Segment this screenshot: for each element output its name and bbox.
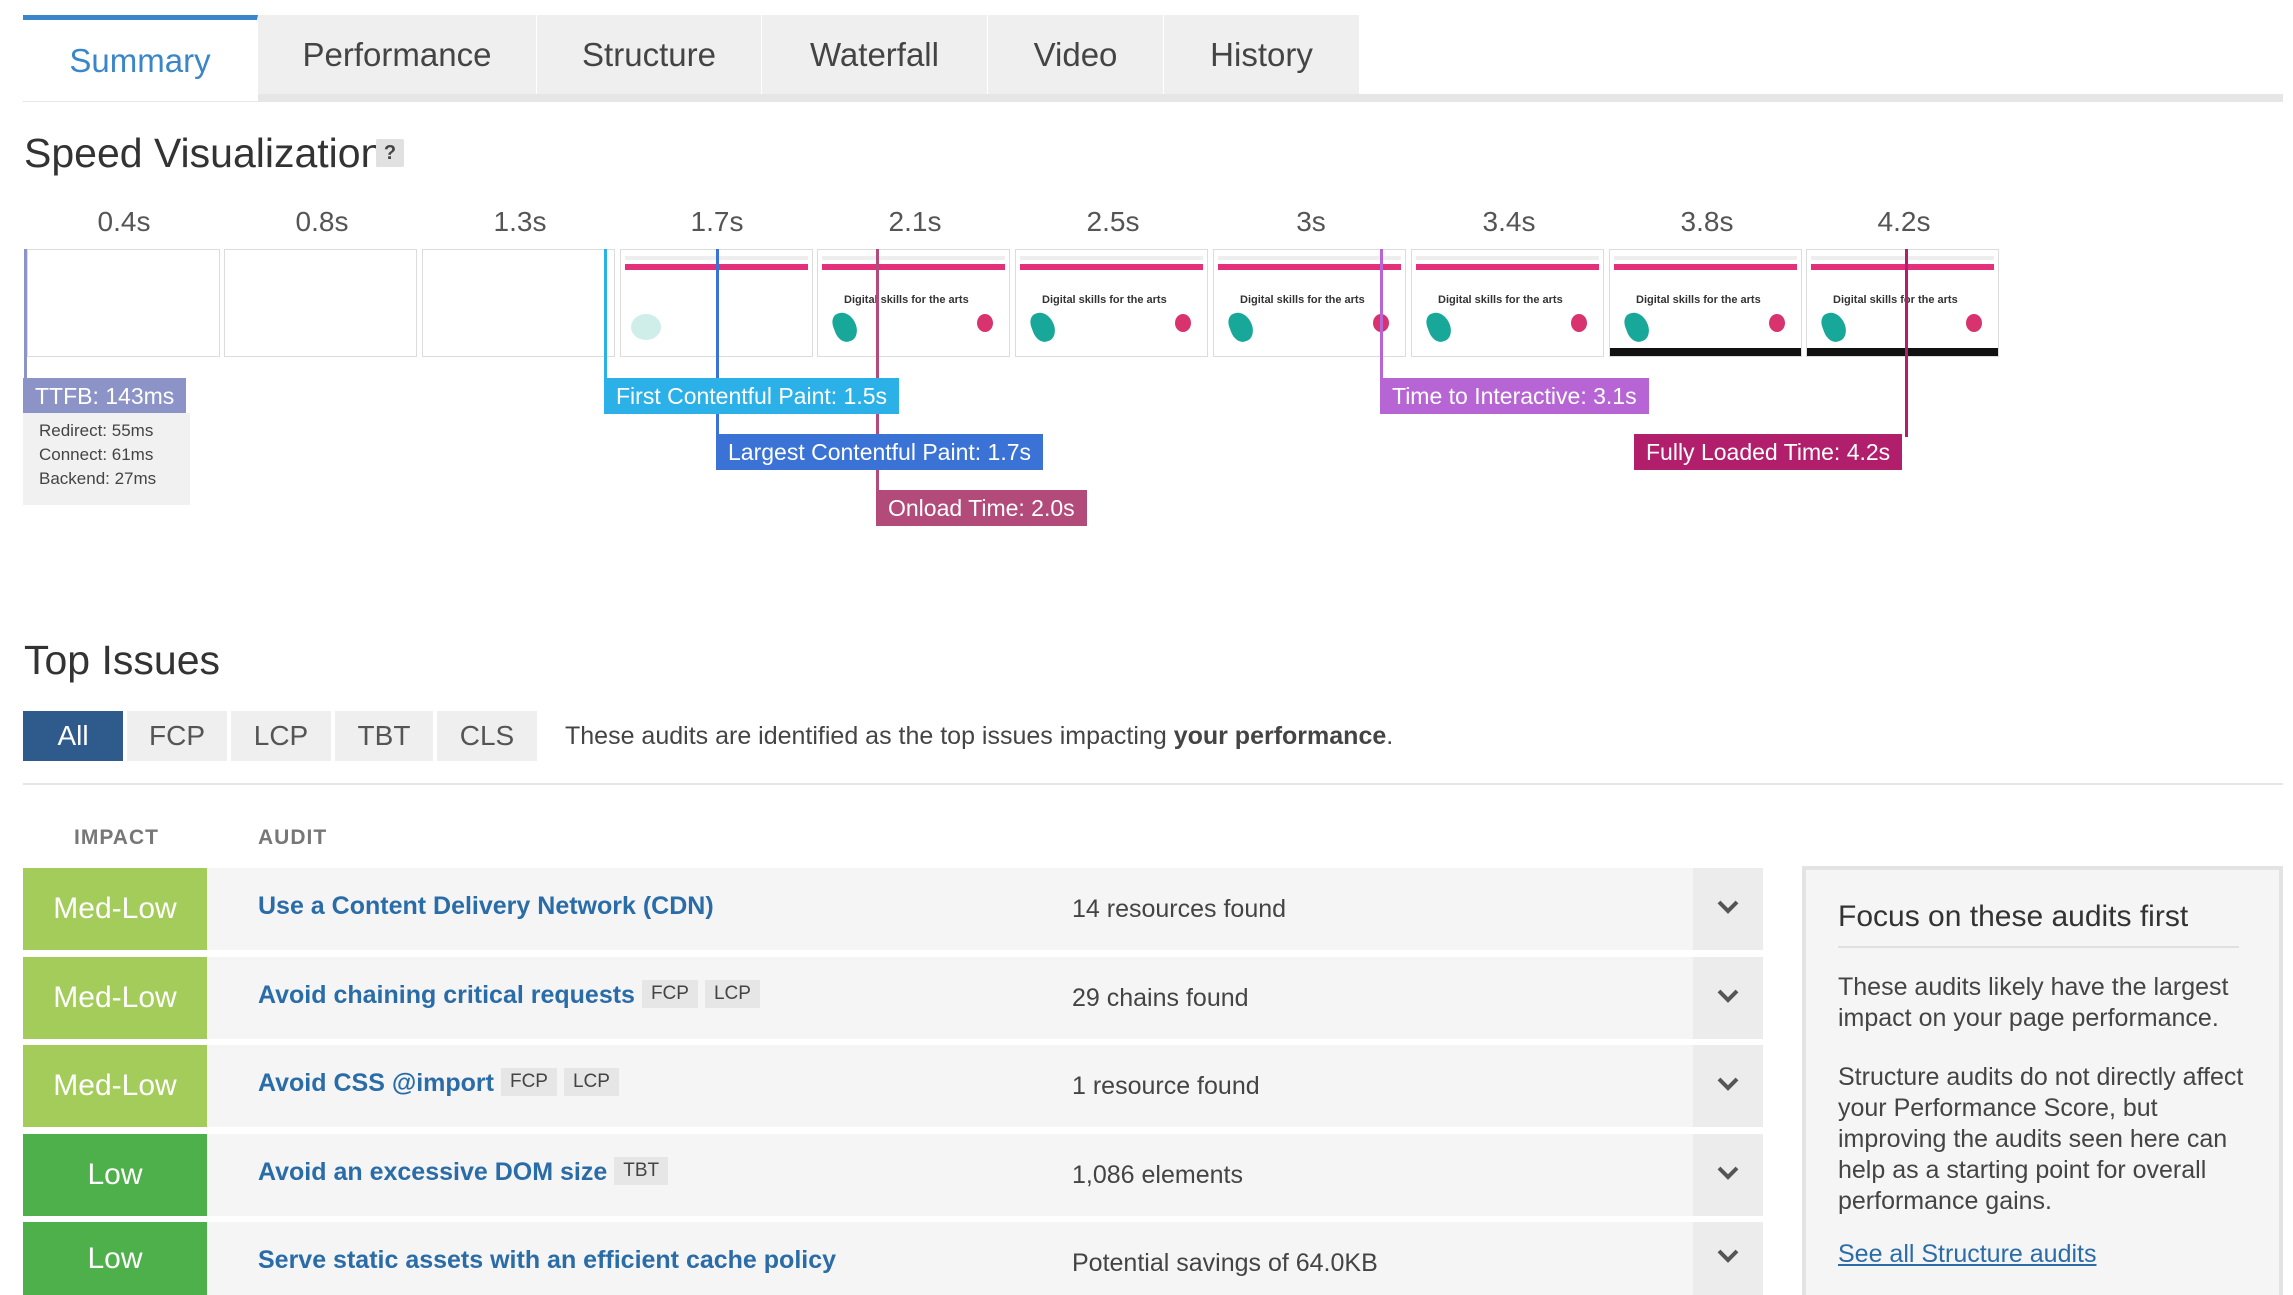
expand-button[interactable] xyxy=(1693,1222,1763,1295)
tab-bar: Summary Performance Structure Waterfall … xyxy=(23,15,2283,101)
metric-tag: TBT xyxy=(614,1157,669,1186)
impact-badge: Low xyxy=(23,1222,207,1295)
timeline-label: 0.4s xyxy=(97,206,151,237)
ttfb-details: Redirect: 55ms Connect: 61ms Backend: 27… xyxy=(23,413,190,505)
frame-caption: Digital skills for the arts xyxy=(1240,294,1365,306)
metric-tag: LCP xyxy=(704,980,760,1009)
filmstrip-frame-blank xyxy=(224,249,417,357)
metric-tag: FCP xyxy=(641,980,698,1009)
audit-title[interactable]: Avoid an excessive DOM size TBT xyxy=(258,1157,669,1187)
filmstrip-frame: Digital skills for the arts xyxy=(1609,249,1802,357)
timeline-label: 1.3s xyxy=(493,206,547,237)
focus-panel-divider xyxy=(1838,946,2239,948)
expand-button[interactable] xyxy=(1693,868,1763,950)
chevron-down-icon xyxy=(1716,1248,1740,1269)
tab-waterfall[interactable]: Waterfall xyxy=(762,15,988,94)
frame-caption: Digital skills for the arts xyxy=(1833,294,1958,306)
filter-lcp[interactable]: LCP xyxy=(231,711,331,761)
impact-badge: Med-Low xyxy=(23,957,207,1039)
chevron-down-icon xyxy=(1716,988,1740,1009)
audit-row[interactable]: Low Serve static assets with an efficien… xyxy=(23,1222,1763,1295)
filmstrip-frame-blank xyxy=(27,249,220,357)
timeline-label: 4.2s xyxy=(1877,206,1931,237)
audit-result: 14 resources found xyxy=(1072,895,1287,923)
chevron-down-icon xyxy=(1716,1076,1740,1097)
timeline-label: 1.7s xyxy=(690,206,744,237)
fully-loaded-marker-line xyxy=(1905,249,1908,437)
impact-badge: Med-Low xyxy=(23,868,207,950)
filmstrip-frame: Digital skills for the arts xyxy=(1015,249,1208,357)
impact-badge: Med-Low xyxy=(23,1045,207,1127)
tab-performance[interactable]: Performance xyxy=(258,15,537,94)
timeline-label: 0.8s xyxy=(295,206,349,237)
ttfb-label: TTFB: 143ms xyxy=(23,378,187,414)
tab-structure[interactable]: Structure xyxy=(537,15,762,94)
see-all-structure-audits-link[interactable]: See all Structure audits xyxy=(1838,1240,2096,1269)
timeline-label: 3.8s xyxy=(1680,206,1734,237)
timeline-label: 2.1s xyxy=(888,206,942,237)
focus-panel-text: Structure audits do not directly affect … xyxy=(1838,1063,2244,1215)
filmstrip-frame: Digital skills for the arts xyxy=(1411,249,1604,357)
audit-result: 1 resource found xyxy=(1072,1072,1260,1100)
metric-tag: LCP xyxy=(563,1068,619,1097)
audit-result: 29 chains found xyxy=(1072,984,1249,1012)
frame-caption: Digital skills for the arts xyxy=(1042,294,1167,306)
audit-row[interactable]: Med-Low Use a Content Delivery Network (… xyxy=(23,868,1763,950)
filmstrip-frame: Digital skills for the arts xyxy=(817,249,1010,357)
fcp-label: First Contentful Paint: 1.5s xyxy=(604,378,900,414)
filter-fcp[interactable]: FCP xyxy=(127,711,227,761)
filter-tbt[interactable]: TBT xyxy=(335,711,433,761)
speed-visualization-title: Speed Visualization xyxy=(24,130,384,176)
frame-caption: Digital skills for the arts xyxy=(1438,294,1563,306)
audit-title[interactable]: Avoid chaining critical requests FCP LCP xyxy=(258,980,760,1010)
filmstrip-frame: Digital skills for the arts xyxy=(1213,249,1406,357)
tti-marker-line xyxy=(1380,249,1383,381)
onload-label: Onload Time: 2.0s xyxy=(876,490,1087,526)
audit-title[interactable]: Avoid CSS @import FCP LCP xyxy=(258,1068,619,1098)
timeline-label: 2.5s xyxy=(1086,206,1140,237)
help-icon[interactable]: ? xyxy=(376,139,404,167)
section-divider xyxy=(23,783,2283,785)
top-issues-title: Top Issues xyxy=(24,637,220,683)
focus-audits-panel: Focus on these audits first These audits… xyxy=(1802,866,2283,1295)
frame-caption: Digital skills for the arts xyxy=(844,294,969,306)
fcp-marker-line xyxy=(604,249,607,381)
ttfb-marker-line xyxy=(24,249,27,381)
timeline-label: 3.4s xyxy=(1482,206,1536,237)
tab-summary[interactable]: Summary xyxy=(23,15,258,101)
fully-loaded-label: Fully Loaded Time: 4.2s xyxy=(1634,434,1903,470)
metric-tag: FCP xyxy=(500,1068,557,1097)
ttfb-backend: Backend: 27ms xyxy=(39,469,157,488)
chevron-down-icon xyxy=(1716,899,1740,920)
filmstrip-frame: Digital skills for the arts xyxy=(1806,249,1999,357)
expand-button[interactable] xyxy=(1693,1045,1763,1127)
top-issues-description: These audits are identified as the top i… xyxy=(565,722,1394,750)
impact-badge: Low xyxy=(23,1134,207,1216)
tab-history[interactable]: History xyxy=(1164,15,1360,94)
timeline-label: 3s xyxy=(1296,206,1326,237)
filter-cls[interactable]: CLS xyxy=(437,711,537,761)
audit-column-header: AUDIT xyxy=(258,826,328,849)
audit-result: Potential savings of 64.0KB xyxy=(1072,1249,1378,1277)
ttfb-redirect: Redirect: 55ms xyxy=(39,421,154,440)
lcp-label: Largest Contentful Paint: 1.7s xyxy=(716,434,1044,470)
filmstrip-frame-blank xyxy=(422,249,615,357)
filter-all[interactable]: All xyxy=(23,711,123,761)
chevron-down-icon xyxy=(1716,1165,1740,1186)
expand-button[interactable] xyxy=(1693,957,1763,1039)
focus-panel-title: Focus on these audits first xyxy=(1838,900,2189,933)
audit-row[interactable]: Low Avoid an excessive DOM size TBT 1,086… xyxy=(23,1134,1763,1216)
focus-panel-text: These audits likely have the largest imp… xyxy=(1838,973,2229,1032)
audit-row[interactable]: Med-Low Avoid chaining critical requests… xyxy=(23,957,1763,1039)
audit-title[interactable]: Use a Content Delivery Network (CDN) xyxy=(258,892,714,921)
impact-column-header: IMPACT xyxy=(74,826,159,849)
frame-caption: Digital skills for the arts xyxy=(1636,294,1761,306)
tti-label: Time to Interactive: 3.1s xyxy=(1380,378,1649,414)
audit-row[interactable]: Med-Low Avoid CSS @import FCP LCP 1 resour… xyxy=(23,1045,1763,1127)
audit-result: 1,086 elements xyxy=(1072,1161,1243,1189)
audit-title[interactable]: Serve static assets with an efficient ca… xyxy=(258,1246,836,1275)
tab-video[interactable]: Video xyxy=(988,15,1164,94)
ttfb-connect: Connect: 61ms xyxy=(39,445,154,464)
expand-button[interactable] xyxy=(1693,1134,1763,1216)
